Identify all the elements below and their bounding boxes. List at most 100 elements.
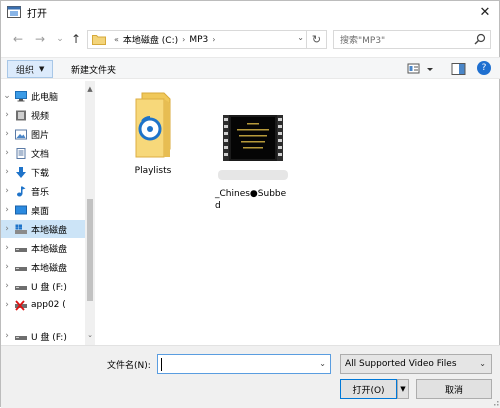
sidebar-item-desktop[interactable]: › 桌面 [1, 201, 85, 219]
network-drive-icon [15, 299, 27, 311]
chevron-right-icon[interactable]: › [1, 167, 13, 177]
up-arrow-icon: ↑ [70, 32, 82, 46]
file-name: _Chines●Subbed [215, 189, 287, 211]
open-file-dialog: 打开 ✕ ← → ⌄ ↑ « 本地磁盘 (C:) › MP3 › ⌄ ↻ 搜索"… [0, 0, 500, 408]
command-bar: 组织 ▼ 新建文件夹 ? [1, 57, 500, 79]
open-options-button[interactable]: ▼ [397, 379, 409, 399]
sidebar-scrollbar[interactable]: ▲ ⌄ [85, 81, 95, 345]
file-item-video[interactable]: _Chines●Subbed [201, 113, 305, 212]
folder-icon [92, 35, 106, 45]
sidebar-item-label: 本地磁盘 [31, 263, 68, 274]
dropdown-arrow-icon: ▼ [400, 385, 406, 393]
scrollbar-thumb[interactable] [87, 199, 93, 301]
chevron-down-icon[interactable]: ⌄ [319, 359, 326, 368]
sidebar-item-pictures[interactable]: › 图片 [1, 125, 85, 143]
address-dropdown-icon[interactable]: ⌄ [297, 33, 304, 42]
sidebar-item-usb-drive[interactable]: › U 盘 (F:) [1, 277, 85, 295]
download-icon [16, 166, 26, 178]
forward-button[interactable]: → [33, 31, 47, 47]
blurred-thumbnail-overlay [218, 170, 288, 180]
cancel-button[interactable]: 取消 [416, 379, 492, 399]
close-button[interactable]: ✕ [473, 3, 497, 21]
text-caret [161, 358, 162, 371]
sidebar-item-label: 桌面 [31, 206, 50, 217]
organize-label: 组织 [16, 65, 35, 76]
chevron-right-icon[interactable]: › [1, 205, 13, 215]
chevron-right-icon[interactable]: › [1, 148, 13, 158]
chevron-right-icon[interactable]: › [1, 262, 13, 272]
help-icon: ? [481, 63, 487, 73]
sidebar-item-label: 本地磁盘 [31, 225, 68, 236]
view-options-dropdown-icon[interactable] [425, 62, 435, 76]
resize-grip-icon[interactable] [491, 398, 499, 406]
sidebar-item-local-disk-d[interactable]: › 本地磁盘 [1, 239, 85, 257]
sidebar-item-music[interactable]: › 音乐 [1, 182, 85, 200]
search-icon[interactable] [474, 33, 486, 45]
address-root-icon[interactable]: « [114, 35, 119, 44]
open-button-label: 打开(O) [352, 385, 385, 396]
documents-folder-icon [16, 147, 26, 159]
chevron-right-icon[interactable]: › [1, 224, 13, 234]
sidebar-item-label: 文档 [31, 149, 50, 160]
chevron-right-icon[interactable]: › [1, 186, 13, 196]
search-box[interactable]: 搜索"MP3" [333, 30, 491, 49]
sidebar-item-downloads[interactable]: › 下载 [1, 163, 85, 181]
sidebar-item-label: 视频 [31, 111, 50, 122]
up-button[interactable]: ↑ [69, 31, 83, 47]
sidebar-item-local-disk-e[interactable]: › 本地磁盘 [1, 258, 85, 276]
navigation-pane: ⌄ 此电脑 › 视频 › 图片 › 文档 › 下载 › 音乐 › 桌面 › 本地… [1, 81, 95, 345]
file-item-playlists[interactable]: Playlists [113, 89, 193, 176]
help-button[interactable]: ? [477, 61, 491, 75]
preview-pane-icon[interactable] [451, 62, 467, 76]
forward-arrow-icon: → [34, 32, 46, 46]
file-list: Playlists _Chines●Subbed [97, 81, 500, 345]
sidebar-item-local-disk-c[interactable]: › 本地磁盘 [1, 220, 85, 238]
windows-drive-icon [15, 224, 27, 234]
sidebar-item-videos[interactable]: › 视频 [1, 106, 85, 124]
chevron-down-icon: ⌄ [479, 359, 486, 368]
desktop-icon [15, 205, 27, 214]
breadcrumb-drive-c[interactable]: 本地磁盘 (C:) [123, 33, 178, 46]
chevron-right-icon[interactable]: › [1, 110, 13, 120]
open-button[interactable]: 打开(O) [340, 379, 397, 399]
new-folder-label: 新建文件夹 [71, 65, 117, 76]
breadcrumb-mp3[interactable]: MP3 [189, 35, 208, 45]
file-type-filter-select[interactable]: All Supported Video Files ⌄ [340, 354, 492, 374]
scroll-up-icon[interactable]: ▲ [86, 85, 94, 95]
sidebar-item-label: 音乐 [31, 187, 50, 198]
close-icon: ✕ [479, 4, 491, 20]
breadcrumb-separator-icon[interactable]: › [182, 35, 185, 44]
usb-drive-icon [15, 335, 27, 340]
sidebar-item-network-drive[interactable]: › app02 ( [1, 296, 85, 314]
new-folder-button[interactable]: 新建文件夹 [71, 61, 116, 77]
scroll-down-icon[interactable]: ⌄ [86, 331, 94, 341]
chevron-down-icon[interactable]: ⌄ [1, 91, 13, 101]
file-name: Playlists [134, 166, 172, 176]
filename-input[interactable]: ⌄ [157, 354, 331, 374]
recent-locations-button[interactable]: ⌄ [53, 31, 67, 47]
sidebar-item-label: U 盘 (F:) [31, 282, 67, 293]
drive-icon [15, 266, 27, 271]
video-file-icon [223, 115, 283, 161]
sidebar-item-documents[interactable]: › 文档 [1, 144, 85, 162]
address-bar[interactable]: « 本地磁盘 (C:) › MP3 › ⌄ [87, 30, 307, 49]
chevron-right-icon[interactable]: › [1, 281, 13, 291]
refresh-icon: ↻ [311, 33, 322, 46]
sidebar-item-this-pc[interactable]: ⌄ 此电脑 [1, 87, 85, 105]
chevron-right-icon[interactable]: › [1, 243, 13, 253]
playlist-folder-icon [135, 92, 171, 158]
chevron-right-icon[interactable]: › [1, 331, 13, 341]
filename-label: 文件名(N): [107, 361, 151, 371]
refresh-button[interactable]: ↻ [307, 30, 327, 49]
title-bar: 打开 ✕ [1, 1, 500, 23]
breadcrumb-separator-icon[interactable]: › [212, 35, 215, 44]
change-view-icon[interactable] [407, 62, 423, 76]
chevron-right-icon[interactable]: › [1, 300, 13, 310]
organize-button[interactable]: 组织 ▼ [7, 60, 54, 78]
back-button[interactable]: ← [11, 31, 25, 47]
chevron-right-icon[interactable]: › [1, 129, 13, 139]
chevron-down-icon: ⌄ [56, 34, 64, 44]
sidebar-item-usb-drive-root[interactable]: › U 盘 (F:) [1, 327, 85, 345]
usb-drive-icon [15, 285, 27, 290]
drive-icon [15, 247, 27, 252]
